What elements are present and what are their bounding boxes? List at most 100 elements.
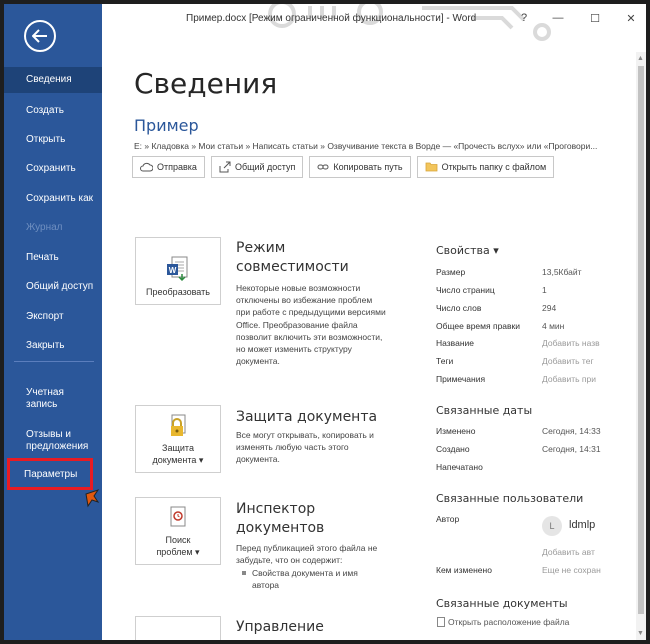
sidebar-item-export[interactable]: Экспорт <box>4 311 102 323</box>
sidebar-item-label: Параметры <box>24 468 78 480</box>
back-button[interactable] <box>24 20 56 52</box>
arrow-left-icon <box>32 29 47 43</box>
prop-label: Создано <box>436 444 470 454</box>
scrollbar-thumb[interactable] <box>638 66 644 614</box>
prop-value: 13,5Кбайт <box>542 267 582 277</box>
sidebar-item-label: Журнал <box>26 222 63 233</box>
sidebar-item-save-as[interactable]: Сохранить как <box>4 193 102 205</box>
backstage-sidebar: Сведения Создать Открыть Сохранить Сохра… <box>4 4 102 640</box>
word-document-icon: W <box>167 256 188 282</box>
check-issues-label: Поиск проблем ▾ <box>156 535 200 557</box>
inspect-document-icon <box>170 506 186 527</box>
window-title: Пример.docx [Режим ограниченной функцион… <box>186 13 477 24</box>
svg-text:W: W <box>169 266 177 275</box>
properties-heading[interactable]: Свойства ▾ <box>436 244 499 257</box>
sidebar-item-label: Закрыть <box>26 340 65 351</box>
file-actions: Отправка Общий доступ Копировать путь От… <box>132 156 555 178</box>
lock-icon <box>171 414 186 436</box>
open-folder-button[interactable]: Открыть папку с файлом <box>416 156 555 178</box>
sidebar-item-label: Сохранить <box>26 163 76 174</box>
share-label: Общий доступ <box>234 162 296 172</box>
protect-document-button[interactable]: Защита документа ▾ <box>135 405 221 473</box>
page-title: Сведения <box>134 67 278 100</box>
sidebar-item-print[interactable]: Печать <box>4 252 102 264</box>
open-file-location-link[interactable]: Открыть расположение файла <box>448 617 569 627</box>
check-issues-button[interactable]: Поиск проблем ▾ <box>135 497 221 565</box>
title-field[interactable]: Добавить назв <box>542 338 600 348</box>
word-window: Сведения Создать Открыть Сохранить Сохра… <box>4 4 646 640</box>
sidebar-divider <box>14 361 94 362</box>
inspector-title: Инспектор документов <box>236 501 325 536</box>
related-people-heading: Связанные пользователи <box>436 492 584 505</box>
prop-label: Размер <box>436 267 466 277</box>
prop-value: 294 <box>542 303 557 313</box>
author-name[interactable]: ldmlp <box>569 519 595 531</box>
inspector-desc: Перед публикацией этого файла не забудьт… <box>236 543 378 566</box>
folder-icon <box>425 162 437 172</box>
add-author-field[interactable]: Добавить авт <box>542 547 595 557</box>
sidebar-item-label: Создать <box>26 105 65 116</box>
upload-label: Отправка <box>157 162 197 172</box>
protect-document-desc: Все могут открывать, копировать и изменя… <box>236 430 374 465</box>
mouse-cursor-icon <box>85 489 100 508</box>
prop-label: Название <box>436 338 474 348</box>
file-icon <box>437 617 445 627</box>
share-icon <box>219 161 231 173</box>
prop-value: Сегодня, 14:31 <box>542 444 601 454</box>
sidebar-item-save[interactable]: Сохранить <box>4 163 102 175</box>
avatar: L <box>542 516 562 536</box>
protect-document-title: Защита документа <box>236 409 378 425</box>
copy-path-label: Копировать путь <box>333 162 403 172</box>
manage-title: Управление <box>236 619 324 635</box>
upload-button[interactable]: Отправка <box>132 156 205 178</box>
comments-field[interactable]: Добавить при <box>542 374 596 384</box>
prop-value: Сегодня, 14:33 <box>542 426 601 436</box>
convert-label: Преобразовать <box>146 287 210 297</box>
compat-mode-title: Режим совместимости <box>236 240 349 275</box>
help-button[interactable]: ? <box>516 10 532 26</box>
restore-button[interactable]: ☐ <box>587 10 603 26</box>
close-button[interactable]: ✕ <box>623 10 639 26</box>
prop-value: 1 <box>542 285 547 295</box>
prop-label: Общее время правки <box>436 321 521 331</box>
document-name: Пример <box>134 116 199 135</box>
modified-by-value: Еще не сохран <box>542 565 601 575</box>
prop-label: Теги <box>436 356 454 366</box>
manage-document-button[interactable] <box>135 616 221 640</box>
scroll-up-icon[interactable]: ▲ <box>637 55 644 62</box>
sidebar-item-open[interactable]: Открыть <box>4 134 102 146</box>
copy-path-button[interactable]: Копировать путь <box>309 156 411 178</box>
document-path[interactable]: E: » Кладовка » Мои статьи » Написать ст… <box>134 141 629 151</box>
prop-label: Изменено <box>436 426 476 436</box>
share-button[interactable]: Общий доступ <box>210 156 304 178</box>
convert-button[interactable]: W Преобразовать <box>135 237 221 305</box>
sidebar-item-new[interactable]: Создать <box>4 105 102 117</box>
info-pane: Сведения Пример E: » Кладовка » Мои стат… <box>102 32 636 640</box>
bullet-icon <box>242 571 246 575</box>
tags-field[interactable]: Добавить тег <box>542 356 594 366</box>
cloud-upload-icon <box>140 162 153 172</box>
protect-document-label: Защита документа ▾ <box>152 443 204 465</box>
sidebar-item-label: Сведения <box>26 74 72 85</box>
scroll-down-icon[interactable]: ▼ <box>637 630 644 637</box>
sidebar-item-close[interactable]: Закрыть <box>4 340 102 352</box>
sidebar-item-feedback[interactable]: Отзывы и предложения <box>4 429 102 453</box>
sidebar-item-options[interactable]: Параметры <box>7 458 93 490</box>
sidebar-item-share[interactable]: Общий доступ <box>4 281 102 293</box>
related-docs-heading: Связанные документы <box>436 597 568 610</box>
prop-label: Кем изменено <box>436 565 492 575</box>
vertical-scrollbar[interactable]: ▲ ▼ <box>636 52 646 640</box>
related-dates-heading: Связанные даты <box>436 404 533 417</box>
sidebar-item-label: Экспорт <box>26 311 64 322</box>
sidebar-item-label: Отзывы и предложения <box>26 429 89 452</box>
open-folder-label: Открыть папку с файлом <box>441 162 547 172</box>
sidebar-item-label: Печать <box>26 252 59 263</box>
minimize-button[interactable]: — <box>550 10 566 26</box>
sidebar-item-label: Сохранить как <box>26 193 94 204</box>
sidebar-item-info[interactable]: Сведения <box>4 67 102 93</box>
prop-label: Примечания <box>436 374 486 384</box>
inspector-bullet: Свойства документа и имя автора <box>252 568 358 590</box>
link-icon <box>317 164 329 170</box>
sidebar-item-label: Учетная запись <box>26 387 64 410</box>
sidebar-item-account[interactable]: Учетная запись <box>4 387 102 411</box>
